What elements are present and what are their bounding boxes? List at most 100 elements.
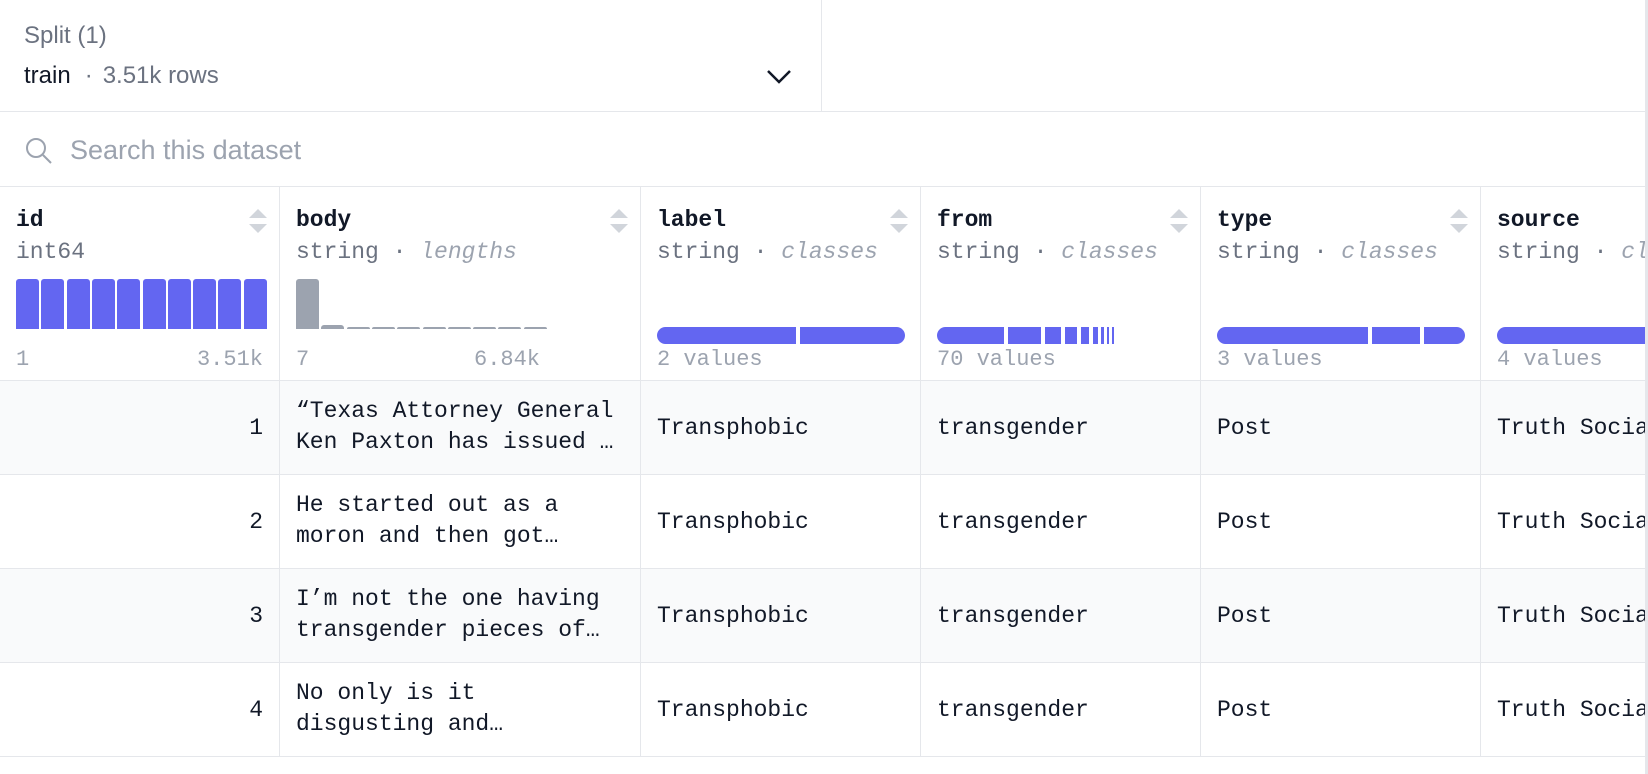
cell-label[interactable]: Transphobic [641,381,921,474]
column-type: string · classes [657,239,878,265]
chevron-down-icon[interactable] [764,62,794,92]
histogram-bar[interactable] [167,279,191,329]
column-type-name: string [296,239,379,265]
values-count: 2 values [657,347,763,372]
column-header-label[interactable]: label string · classes 2 values [641,187,921,381]
cell-from[interactable]: transgender [921,381,1201,474]
table-row[interactable]: 1 “Texas Attorney General Ken Paxton has… [0,381,1645,475]
class-segment[interactable] [1045,327,1061,344]
class-distribution-bar [1217,327,1465,344]
histogram-bar[interactable] [498,327,522,329]
histogram-bar[interactable] [346,327,370,329]
cell-id[interactable]: 2 [0,475,280,568]
cell-label[interactable]: Transphobic [641,475,921,568]
column-type: string · classes [1217,239,1438,265]
class-segment[interactable] [1093,327,1098,344]
cell-body[interactable]: I’m not the one having transgender piece… [280,569,641,662]
class-segment[interactable] [1217,327,1368,344]
column-header-body[interactable]: body string · lengths 7 6.84k [280,187,641,381]
cell-id[interactable]: 3 [0,569,280,662]
column-name: label [657,207,727,233]
column-subtype: classes [1621,239,1645,265]
class-distribution-bar [657,327,905,344]
column-header-source[interactable]: source string · classes 4 values [1481,187,1645,381]
sort-icon[interactable] [247,207,269,235]
histogram [296,279,547,329]
histogram-bar[interactable] [422,327,446,329]
search-input[interactable] [70,128,1070,172]
histogram-bar[interactable] [66,279,90,329]
table-row[interactable]: 3 I’m not the one having transgender pie… [0,569,1645,663]
class-segment[interactable] [1112,327,1114,344]
column-header-id[interactable]: id int64 1 3.51k [0,187,280,381]
class-segment[interactable] [1101,327,1104,344]
histogram-bar[interactable] [371,327,395,329]
class-segment[interactable] [657,327,796,344]
cell-from[interactable]: transgender [921,475,1201,568]
cell-from[interactable]: transgender [921,569,1201,662]
cell-source[interactable]: Truth Social [1481,663,1645,756]
sort-icon[interactable] [1168,207,1190,235]
column-name: source [1497,207,1580,233]
cell-body-text: I’m not the one having transgender piece… [296,586,600,643]
column-type-name: string [937,239,1020,265]
cell-id[interactable]: 4 [0,663,280,756]
column-type: string · lengths [296,239,517,265]
column-type: string · classes [937,239,1158,265]
histogram-bar[interactable] [243,279,267,329]
histogram-bar[interactable] [321,325,345,329]
split-selector[interactable]: Split (1) train · 3.51k rows [0,0,822,112]
cell-source[interactable]: Truth Social [1481,381,1645,474]
sort-icon[interactable] [888,207,910,235]
cell-id[interactable]: 1 [0,381,280,474]
cell-type[interactable]: Post [1201,663,1481,756]
class-segment[interactable] [1107,327,1109,344]
histogram-bar[interactable] [91,279,115,329]
histogram-bar[interactable] [523,327,547,329]
cell-label[interactable]: Transphobic [641,569,921,662]
column-subtype: classes [781,239,878,265]
sort-icon[interactable] [608,207,630,235]
cell-label[interactable]: Transphobic [641,663,921,756]
split-value: train · 3.51k rows [24,62,219,90]
cell-body-text: He started out as a moron and then got w… [296,492,559,549]
column-header-from[interactable]: from string · classes 70 values [921,187,1201,381]
class-segment[interactable] [1008,327,1041,344]
histogram-bar[interactable] [16,279,39,329]
histogram-bar[interactable] [218,279,242,329]
histogram-bar[interactable] [473,327,497,329]
class-segment[interactable] [1081,327,1089,344]
class-segment[interactable] [1424,327,1465,344]
table-row[interactable]: 2 He started out as a moron and then got… [0,475,1645,569]
split-title: Split (1) [24,22,107,49]
values-count: 3 values [1217,347,1323,372]
histogram-bar[interactable] [41,279,65,329]
class-segment[interactable] [1497,327,1645,344]
cell-type[interactable]: Post [1201,381,1481,474]
histogram-bar[interactable] [296,279,319,329]
cell-body[interactable]: He started out as a moron and then got w… [280,475,641,568]
class-segment[interactable] [937,327,1004,344]
cell-body[interactable]: No only is it disgusting and blasphemy b… [280,663,641,756]
column-header-type[interactable]: type string · classes 3 values [1201,187,1481,381]
range-max: 3.51k [196,347,263,372]
cell-from[interactable]: transgender [921,663,1201,756]
class-segment[interactable] [800,327,905,344]
histogram-bar[interactable] [193,279,217,329]
histogram-bar[interactable] [142,279,166,329]
cell-source[interactable]: Truth Social [1481,475,1645,568]
cell-type[interactable]: Post [1201,475,1481,568]
histogram-bar[interactable] [397,327,421,329]
cell-type[interactable]: Post [1201,569,1481,662]
dataset-table: id int64 1 3.51k body string · lengths 7… [0,187,1645,774]
class-distribution-bar [937,327,1117,344]
cell-source[interactable]: Truth Social [1481,569,1645,662]
column-type: string · classes [1497,239,1645,265]
histogram-bar[interactable] [447,327,471,329]
sort-icon[interactable] [1448,207,1470,235]
class-segment[interactable] [1372,327,1420,344]
histogram-bar[interactable] [117,279,141,329]
class-segment[interactable] [1065,327,1077,344]
table-row[interactable]: 4 No only is it disgusting and blasphemy… [0,663,1645,757]
cell-body[interactable]: “Texas Attorney General Ken Paxton has i… [280,381,641,474]
